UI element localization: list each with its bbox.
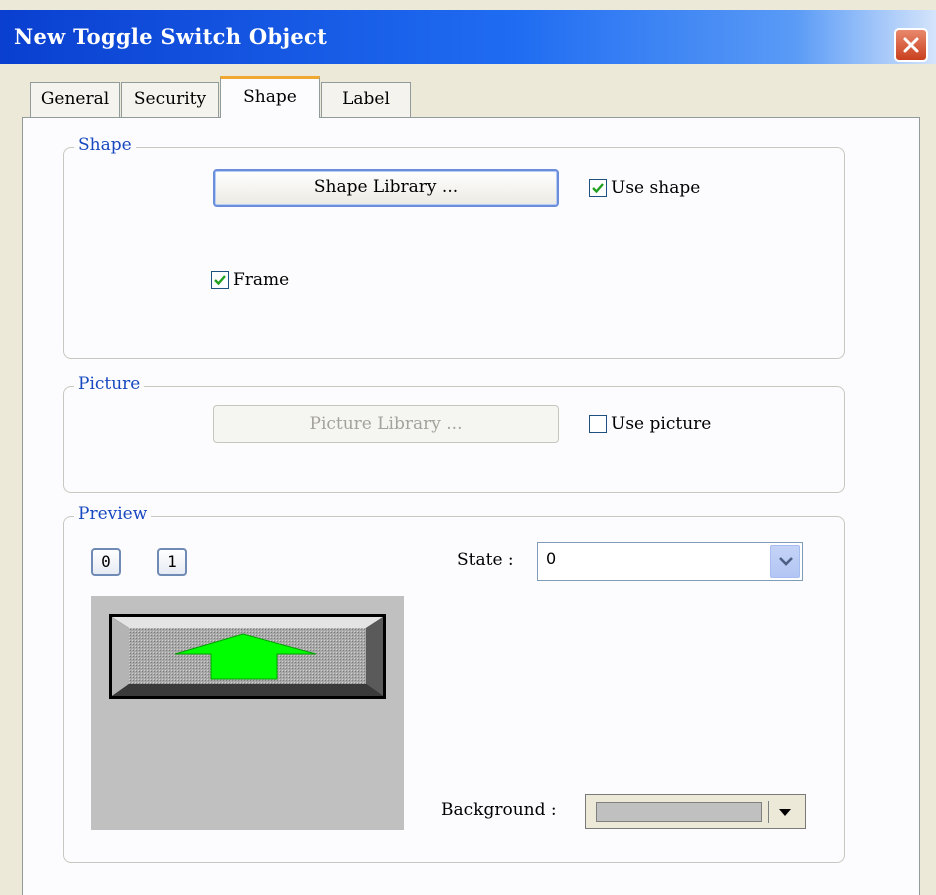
state-dropdown-button[interactable] [770, 545, 800, 578]
background-color-picker[interactable] [585, 794, 806, 829]
shape-library-button[interactable]: Shape Library ... [213, 169, 559, 207]
shape-tab-panel: Shape Shape Library ... Use shape Frame … [22, 117, 920, 895]
state-select[interactable]: 0 [537, 542, 803, 581]
shape-group-label: Shape [74, 135, 136, 155]
chevron-down-icon [779, 557, 793, 566]
dialog-window: New Toggle Switch Object General Securit… [0, 0, 936, 895]
picker-separator [768, 801, 769, 823]
use-shape-checkbox[interactable]: Use shape [589, 178, 700, 198]
tab-general[interactable]: General [30, 82, 120, 118]
state-0-button[interactable]: 0 [91, 548, 121, 576]
use-picture-label: Use picture [611, 414, 712, 434]
window-title: New Toggle Switch Object [14, 24, 328, 49]
toggle-switch-preview [91, 596, 404, 830]
tab-shape[interactable]: Shape [220, 76, 320, 118]
dropdown-arrow-icon[interactable] [779, 809, 791, 817]
tab-security[interactable]: Security [121, 82, 219, 118]
toggle-switch-shape [109, 614, 386, 699]
state-1-button[interactable]: 1 [157, 548, 187, 576]
background-label: Background : [441, 800, 557, 820]
checkmark-icon [592, 183, 604, 194]
frame-checkbox-box[interactable] [211, 271, 229, 289]
use-picture-checkbox[interactable]: Use picture [589, 414, 711, 434]
close-icon [903, 37, 919, 53]
state-label: State : [457, 550, 514, 570]
checkmark-icon [214, 275, 226, 286]
title-bar[interactable]: New Toggle Switch Object [0, 10, 936, 64]
picture-group-label: Picture [74, 374, 145, 394]
use-shape-label: Use shape [611, 178, 701, 198]
preview-group-label: Preview [74, 504, 152, 524]
use-picture-checkbox-box[interactable] [589, 415, 607, 433]
frame-label: Frame [233, 270, 290, 290]
picture-library-button[interactable]: Picture Library ... [213, 405, 559, 443]
use-shape-checkbox-box[interactable] [589, 179, 607, 197]
tab-label[interactable]: Label [321, 82, 411, 118]
close-button[interactable] [894, 28, 928, 62]
state-select-value: 0 [546, 549, 557, 568]
background-color-swatch [596, 802, 762, 822]
frame-checkbox[interactable]: Frame [211, 270, 289, 290]
